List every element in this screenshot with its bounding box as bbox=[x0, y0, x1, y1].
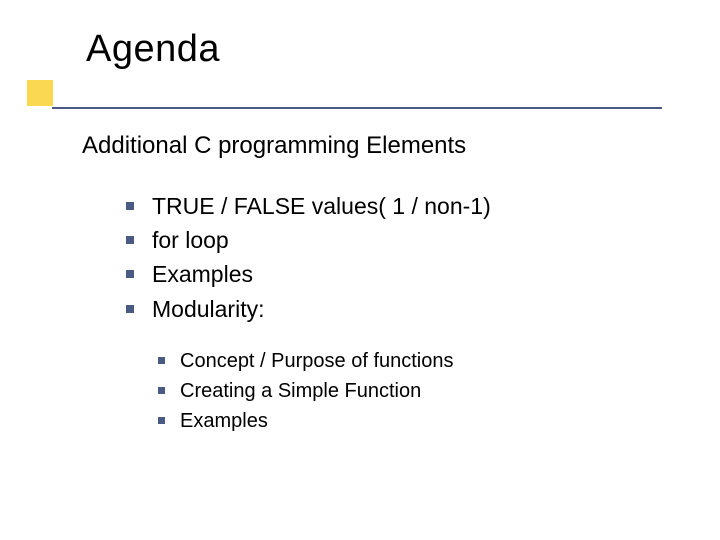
title-block: Agenda bbox=[86, 28, 220, 71]
list-item: TRUE / FALSE values( 1 / non-1) bbox=[126, 190, 662, 222]
list-item-text: TRUE / FALSE values( 1 / non-1) bbox=[152, 193, 491, 219]
list-item: Creating a Simple Function bbox=[158, 377, 662, 405]
slide-body: Additional C programming Elements TRUE /… bbox=[82, 132, 662, 437]
list-item-text: for loop bbox=[152, 227, 229, 253]
bullet-list: TRUE / FALSE values( 1 / non-1) for loop… bbox=[126, 190, 662, 325]
list-item: Examples bbox=[158, 407, 662, 435]
list-item: for loop bbox=[126, 224, 662, 256]
accent-square bbox=[27, 80, 53, 106]
list-item-text: Concept / Purpose of functions bbox=[180, 350, 454, 372]
list-item: Modularity: bbox=[126, 293, 662, 325]
slide-title: Agenda bbox=[86, 28, 220, 71]
list-item: Examples bbox=[126, 258, 662, 290]
sub-bullet-list: Concept / Purpose of functions Creating … bbox=[158, 347, 662, 435]
title-underline bbox=[52, 107, 662, 109]
list-item: Concept / Purpose of functions bbox=[158, 347, 662, 375]
list-item-text: Creating a Simple Function bbox=[180, 380, 421, 402]
list-item-text: Modularity: bbox=[152, 296, 264, 322]
list-item-text: Examples bbox=[180, 410, 268, 432]
subtitle: Additional C programming Elements bbox=[82, 132, 662, 160]
slide: Agenda Additional C programming Elements… bbox=[0, 0, 720, 540]
list-item-text: Examples bbox=[152, 261, 253, 287]
